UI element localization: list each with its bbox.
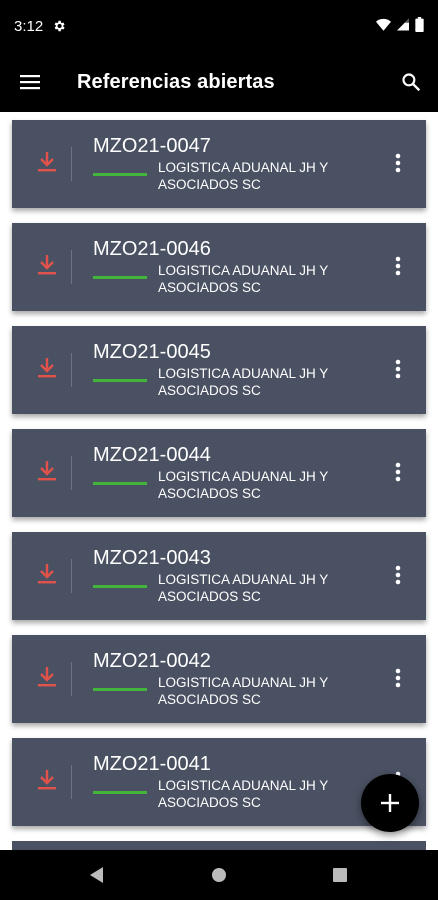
company-name: LOGISTICA ADUANAL JH Y ASOCIADOS SC — [158, 263, 329, 295]
company-name: LOGISTICA ADUANAL JH Y ASOCIADOS SC — [158, 469, 329, 501]
divider — [71, 662, 72, 696]
more-vert-icon[interactable] — [390, 562, 406, 588]
gear-icon — [52, 19, 66, 33]
references-list: MZO21-0047 LOGISTICA ADUANAL JH Y ASOCIAD… — [12, 120, 426, 850]
company-name: LOGISTICA ADUANAL JH Y ASOCIADOS SC — [158, 778, 329, 810]
divider — [71, 353, 72, 387]
home-icon[interactable] — [197, 850, 241, 900]
download-icon[interactable] — [37, 253, 57, 277]
divider — [71, 765, 72, 799]
hamburger-menu-icon[interactable] — [0, 52, 60, 112]
company-name: LOGISTICA ADUANAL JH Y ASOCIADOS SC — [158, 160, 329, 192]
reference-number: MZO21-0041 — [93, 753, 211, 775]
search-icon[interactable] — [384, 52, 438, 112]
reference-number: MZO21-0044 — [93, 444, 211, 466]
status-bar-indicator — [93, 585, 147, 588]
company-name: LOGISTICA ADUANAL JH Y ASOCIADOS SC — [158, 572, 329, 604]
reference-card[interactable]: MZO21-0042 LOGISTICA ADUANAL JH Y ASOCIAD… — [12, 635, 426, 723]
status-bar-indicator — [93, 173, 147, 176]
reference-card[interactable]: MZO21-0043 LOGISTICA ADUANAL JH Y ASOCIAD… — [12, 532, 426, 620]
reference-number: MZO21-0043 — [93, 547, 211, 569]
divider — [71, 147, 72, 181]
status-bar-indicator — [93, 379, 147, 382]
more-vert-icon[interactable] — [390, 459, 406, 485]
page-title: Referencias abiertas — [77, 70, 275, 93]
status-bar-indicator — [93, 482, 147, 485]
navigation-bar — [0, 850, 438, 900]
app-bar: Referencias abiertas — [0, 52, 438, 112]
status-bar-indicator — [93, 276, 147, 279]
company-name: LOGISTICA ADUANAL JH Y ASOCIADOS SC — [158, 675, 329, 707]
reference-number: MZO21-0047 — [93, 135, 211, 157]
reference-card[interactable]: MZO21-0046 LOGISTICA ADUANAL JH Y ASOCIAD… — [12, 223, 426, 311]
divider — [71, 559, 72, 593]
more-vert-icon[interactable] — [390, 665, 406, 691]
divider — [71, 456, 72, 490]
download-icon[interactable] — [37, 150, 57, 174]
plus-icon — [381, 794, 399, 812]
more-vert-icon[interactable] — [390, 356, 406, 382]
reference-card[interactable]: MZO21-0047 LOGISTICA ADUANAL JH Y ASOCIAD… — [12, 120, 426, 208]
more-vert-icon[interactable] — [390, 253, 406, 279]
download-icon[interactable] — [37, 665, 57, 689]
signal-icon — [397, 18, 409, 35]
download-icon[interactable] — [37, 562, 57, 586]
recents-icon[interactable] — [318, 850, 362, 900]
reference-number: MZO21-0046 — [93, 238, 211, 260]
more-vert-icon[interactable] — [390, 150, 406, 176]
battery-icon — [415, 16, 424, 36]
company-name: LOGISTICA ADUANAL JH Y ASOCIADOS SC — [158, 366, 329, 398]
status-time: 3:12 — [14, 17, 44, 35]
download-icon[interactable] — [37, 768, 57, 792]
status-bar-indicator — [93, 791, 147, 794]
wifi-icon — [376, 18, 391, 35]
download-icon[interactable] — [37, 459, 57, 483]
reference-card[interactable]: MZO21-0045 LOGISTICA ADUANAL JH Y ASOCIAD… — [12, 326, 426, 414]
status-bar: 3:12 — [0, 0, 438, 52]
reference-number: MZO21-0042 — [93, 650, 211, 672]
reference-card[interactable] — [12, 841, 426, 850]
status-bar-indicator — [93, 688, 147, 691]
add-reference-button[interactable] — [361, 774, 419, 832]
divider — [71, 250, 72, 284]
back-icon[interactable] — [75, 850, 119, 900]
reference-card[interactable]: MZO21-0044 LOGISTICA ADUANAL JH Y ASOCIAD… — [12, 429, 426, 517]
download-icon[interactable] — [37, 356, 57, 380]
reference-number: MZO21-0045 — [93, 341, 211, 363]
references-list-area[interactable]: MZO21-0047 LOGISTICA ADUANAL JH Y ASOCIAD… — [0, 112, 438, 850]
